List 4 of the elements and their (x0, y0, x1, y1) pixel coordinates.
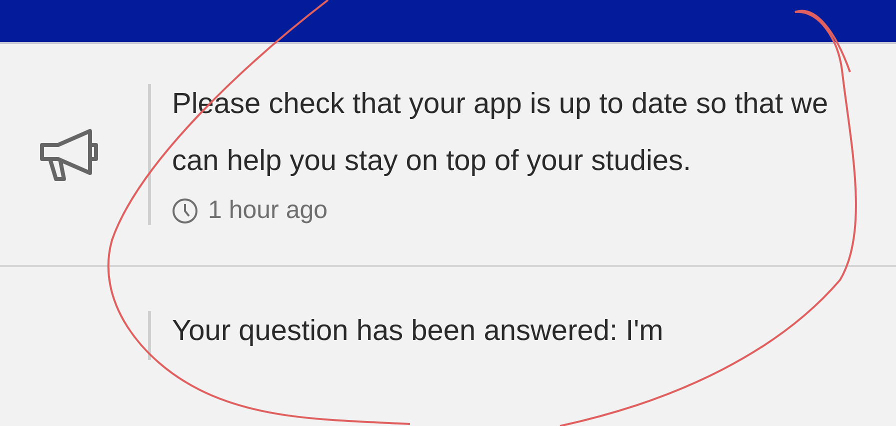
notification-text: Your question has been answered: I'm (172, 314, 664, 349)
megaphone-icon (38, 126, 100, 182)
clock-icon (172, 198, 198, 224)
timestamp: 1 hour ago (208, 196, 328, 225)
